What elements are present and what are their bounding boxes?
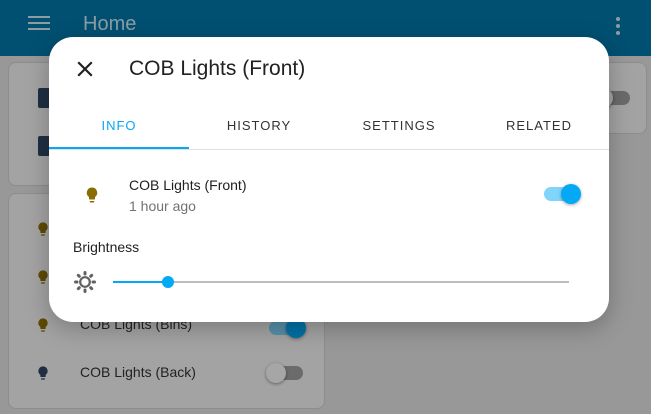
brightness-slider[interactable] <box>113 271 569 293</box>
tab-settings[interactable]: SETTINGS <box>329 113 469 149</box>
tab-related[interactable]: RELATED <box>469 113 609 149</box>
entity-last-changed: 1 hour ago <box>129 198 196 214</box>
entity-toggle[interactable] <box>544 184 581 204</box>
slider-thumb[interactable] <box>162 276 174 288</box>
lightbulb-icon <box>86 187 98 203</box>
slider-fill <box>113 281 168 283</box>
tab-info[interactable]: INFO <box>49 113 189 149</box>
more-info-dialog: COB Lights (Front) INFO HISTORY SETTINGS… <box>49 37 609 322</box>
close-icon[interactable] <box>73 57 97 81</box>
toggle-knob <box>561 184 581 204</box>
tab-bar: INFO HISTORY SETTINGS RELATED <box>49 113 609 150</box>
slider-track <box>113 281 569 283</box>
brightness-icon <box>74 271 96 293</box>
entity-name: COB Lights (Front) <box>129 177 247 193</box>
dialog-title: COB Lights (Front) <box>129 57 306 80</box>
tab-history[interactable]: HISTORY <box>189 113 329 149</box>
brightness-label: Brightness <box>73 239 140 255</box>
